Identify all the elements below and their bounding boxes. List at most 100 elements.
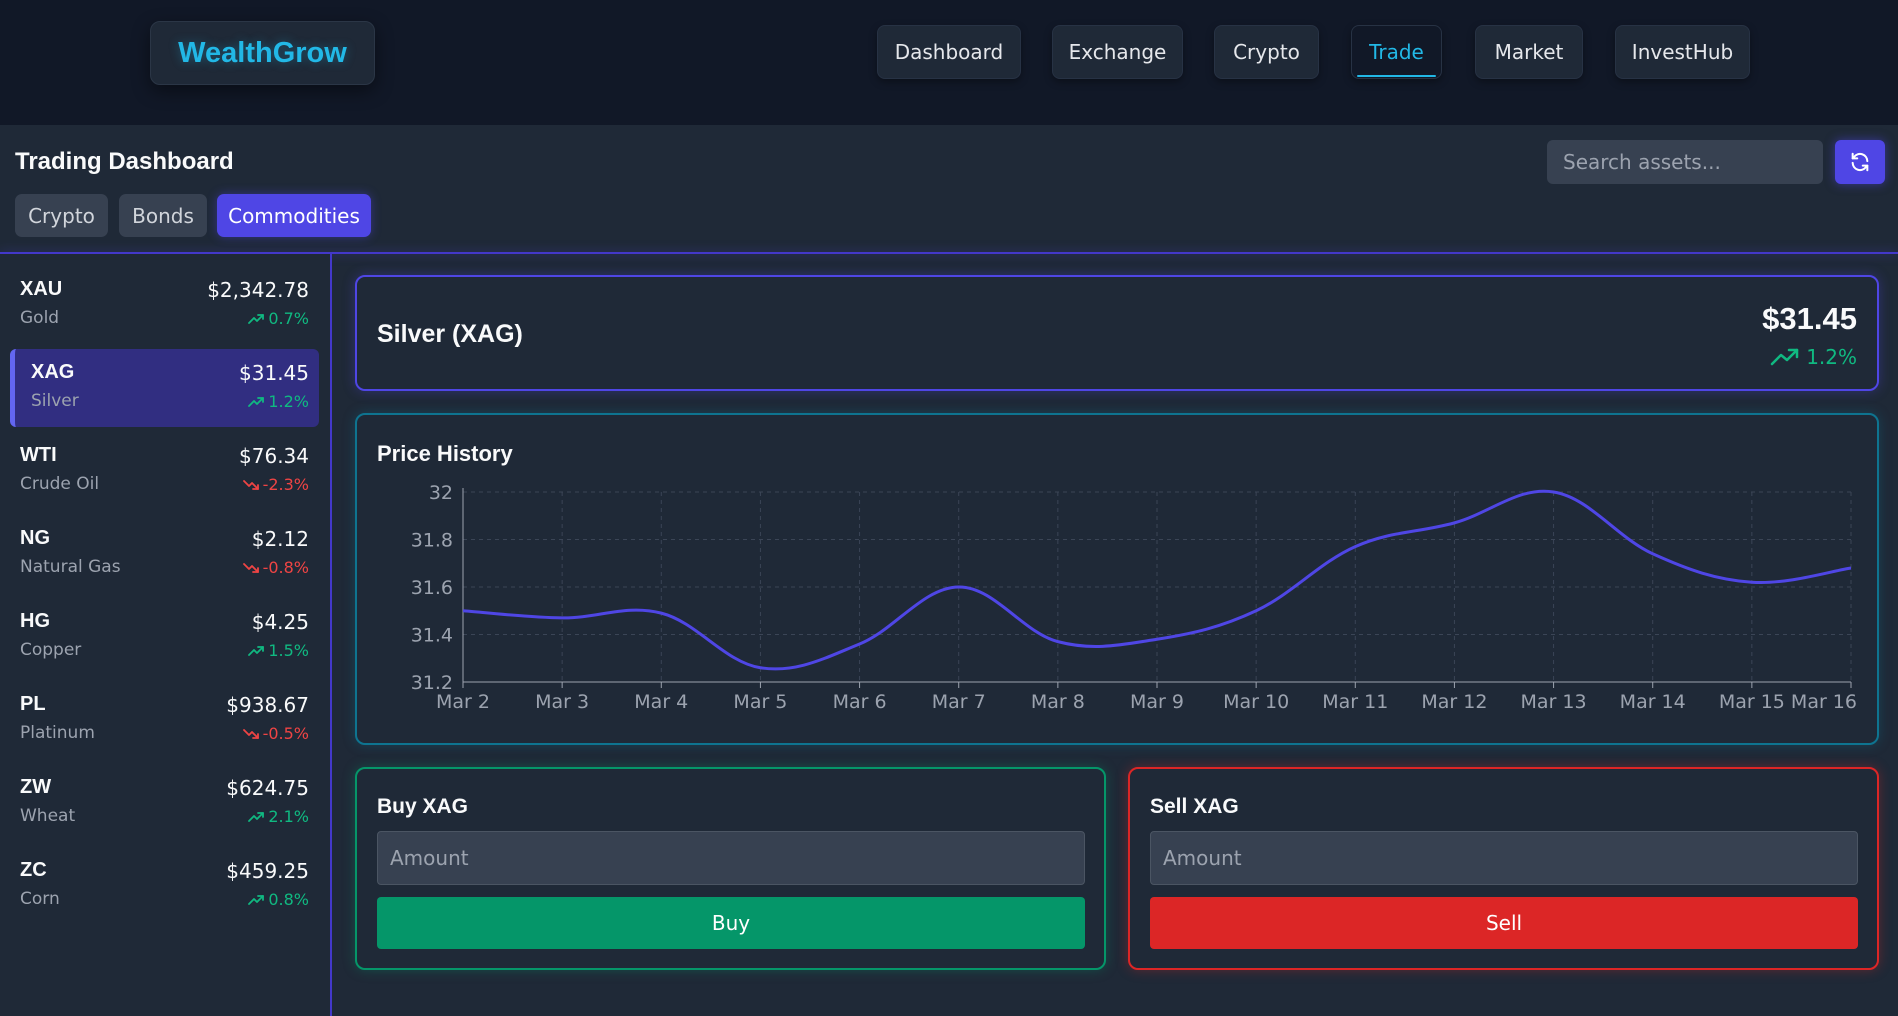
quote-asset-name: Silver (XAG) bbox=[377, 320, 523, 348]
x-tick-label: Mar 16 bbox=[1791, 691, 1857, 713]
x-tick-label: Mar 10 bbox=[1223, 691, 1289, 713]
x-tick-label: Mar 5 bbox=[733, 691, 787, 713]
asset-symbol: XAG bbox=[31, 361, 75, 383]
app-logo[interactable]: WealthGrow bbox=[150, 21, 375, 85]
nav-trade[interactable]: Trade bbox=[1351, 25, 1442, 79]
price-history-card: Price History 31.2 31.4 31.6 31.8 32 Mar 2 Mar… bbox=[355, 413, 1879, 745]
asset-price: $2,342.78 bbox=[207, 278, 309, 302]
x-tick-label: Mar 3 bbox=[535, 691, 589, 713]
trending-up-icon bbox=[248, 811, 265, 822]
asset-change-value: 2.1% bbox=[268, 807, 309, 826]
asset-item-zw[interactable]: ZW Wheat $624.75 2.1% bbox=[10, 764, 319, 842]
tab-commodities[interactable]: Commodities bbox=[217, 194, 371, 237]
asset-change: 0.7% bbox=[248, 309, 309, 328]
asset-symbol: ZW bbox=[20, 776, 52, 798]
asset-price: $31.45 bbox=[239, 361, 309, 385]
asset-item-zc[interactable]: ZC Corn $459.25 0.8% bbox=[10, 847, 319, 925]
trending-up-icon bbox=[1770, 348, 1799, 366]
asset-symbol: WTI bbox=[20, 444, 57, 466]
asset-item-xau[interactable]: XAU Gold $2,342.78 0.7% bbox=[10, 266, 319, 344]
asset-price: $459.25 bbox=[226, 859, 309, 883]
asset-change-value: -0.5% bbox=[262, 724, 309, 743]
trending-down-icon bbox=[242, 562, 259, 573]
sell-amount-input[interactable] bbox=[1150, 831, 1858, 885]
nav-investhub[interactable]: InvestHub bbox=[1615, 25, 1750, 79]
asset-price: $4.25 bbox=[251, 610, 309, 634]
asset-change: 2.1% bbox=[248, 807, 309, 826]
x-tick-label: Mar 6 bbox=[833, 691, 887, 713]
quote-change-value: 1.2% bbox=[1806, 345, 1857, 369]
sell-panel: Sell XAG Sell bbox=[1128, 767, 1879, 970]
asset-sidebar: XAU Gold $2,342.78 0.7% XAG Silver $31.45 1.2% W… bbox=[0, 254, 332, 1016]
sell-title: Sell XAG bbox=[1150, 795, 1239, 818]
asset-change-value: 0.7% bbox=[268, 309, 309, 328]
asset-price: $2.12 bbox=[251, 527, 309, 551]
asset-name: Crude Oil bbox=[20, 474, 100, 494]
page-title: Trading Dashboard bbox=[15, 148, 234, 175]
trending-up-icon bbox=[248, 313, 265, 324]
asset-symbol: HG bbox=[20, 610, 50, 632]
tab-crypto[interactable]: Crypto bbox=[15, 194, 108, 237]
x-tick-label: Mar 7 bbox=[932, 691, 986, 713]
nav-exchange[interactable]: Exchange bbox=[1052, 25, 1183, 79]
asset-change-value: 1.5% bbox=[268, 641, 309, 660]
price-history-chart: 31.231.431.631.832Mar 2 Mar 3 Mar 4 Mar 5 Ma… bbox=[411, 482, 1857, 713]
x-tick-label: Mar 4 bbox=[634, 691, 688, 713]
asset-symbol: NG bbox=[20, 527, 50, 549]
x-tick-label: Mar 13 bbox=[1521, 691, 1587, 713]
quote-change: 1.2% bbox=[1770, 345, 1857, 369]
asset-symbol: ZC bbox=[20, 859, 47, 881]
asset-price: $76.34 bbox=[239, 444, 309, 468]
asset-name: Natural Gas bbox=[20, 557, 121, 577]
trending-up-icon bbox=[248, 645, 265, 656]
asset-symbol: PL bbox=[20, 693, 46, 715]
asset-name: Copper bbox=[20, 640, 82, 660]
refresh-button[interactable] bbox=[1835, 140, 1885, 184]
asset-item-ng[interactable]: NG Natural Gas $2.12 -0.8% bbox=[10, 515, 319, 593]
buy-panel: Buy XAG Buy bbox=[355, 767, 1106, 970]
asset-change: 0.8% bbox=[248, 890, 309, 909]
asset-change: -2.3% bbox=[242, 475, 309, 494]
y-tick-label: 31.6 bbox=[411, 577, 453, 599]
search-input[interactable] bbox=[1547, 140, 1823, 184]
asset-change: 1.2% bbox=[248, 392, 309, 411]
buy-button[interactable]: Buy bbox=[377, 897, 1085, 949]
trending-up-icon bbox=[248, 396, 265, 407]
trending-down-icon bbox=[242, 479, 259, 490]
nav-market[interactable]: Market bbox=[1475, 25, 1583, 79]
asset-price: $624.75 bbox=[226, 776, 309, 800]
asset-item-hg[interactable]: HG Copper $4.25 1.5% bbox=[10, 598, 319, 676]
tab-bonds[interactable]: Bonds bbox=[119, 194, 207, 237]
refresh-icon bbox=[1851, 152, 1869, 172]
asset-quote-card: Silver (XAG) $31.45 1.2% bbox=[355, 275, 1879, 391]
x-tick-label: Mar 9 bbox=[1130, 691, 1184, 713]
x-tick-label: Mar 11 bbox=[1322, 691, 1388, 713]
y-tick-label: 32 bbox=[429, 482, 453, 504]
asset-item-wti[interactable]: WTI Crude Oil $76.34 -2.3% bbox=[10, 432, 319, 510]
buy-title: Buy XAG bbox=[377, 795, 469, 818]
asset-name: Platinum bbox=[20, 723, 95, 743]
trending-up-icon bbox=[248, 894, 265, 905]
asset-name: Corn bbox=[20, 889, 60, 909]
sell-button[interactable]: Sell bbox=[1150, 897, 1858, 949]
asset-item-pl[interactable]: PL Platinum $938.67 -0.5% bbox=[10, 681, 319, 759]
asset-change-value: 1.2% bbox=[268, 392, 309, 411]
asset-item-xag[interactable]: XAG Silver $31.45 1.2% bbox=[10, 349, 319, 427]
x-tick-label: Mar 12 bbox=[1421, 691, 1487, 713]
x-tick-label: Mar 8 bbox=[1031, 691, 1085, 713]
y-tick-label: 31.8 bbox=[411, 530, 453, 552]
buy-amount-input[interactable] bbox=[377, 831, 1085, 885]
asset-price: $938.67 bbox=[226, 693, 309, 717]
asset-change-value: -2.3% bbox=[262, 475, 309, 494]
nav-dashboard[interactable]: Dashboard bbox=[877, 25, 1021, 79]
asset-change: -0.8% bbox=[242, 558, 309, 577]
nav-crypto[interactable]: Crypto bbox=[1214, 25, 1319, 79]
x-tick-label: Mar 2 bbox=[436, 691, 490, 713]
asset-change-value: 0.8% bbox=[268, 890, 309, 909]
asset-change-value: -0.8% bbox=[262, 558, 309, 577]
asset-symbol: XAU bbox=[20, 278, 63, 300]
x-tick-label: Mar 14 bbox=[1620, 691, 1686, 713]
y-tick-label: 31.4 bbox=[411, 625, 453, 647]
trending-down-icon bbox=[242, 728, 259, 739]
asset-name: Gold bbox=[20, 308, 60, 328]
